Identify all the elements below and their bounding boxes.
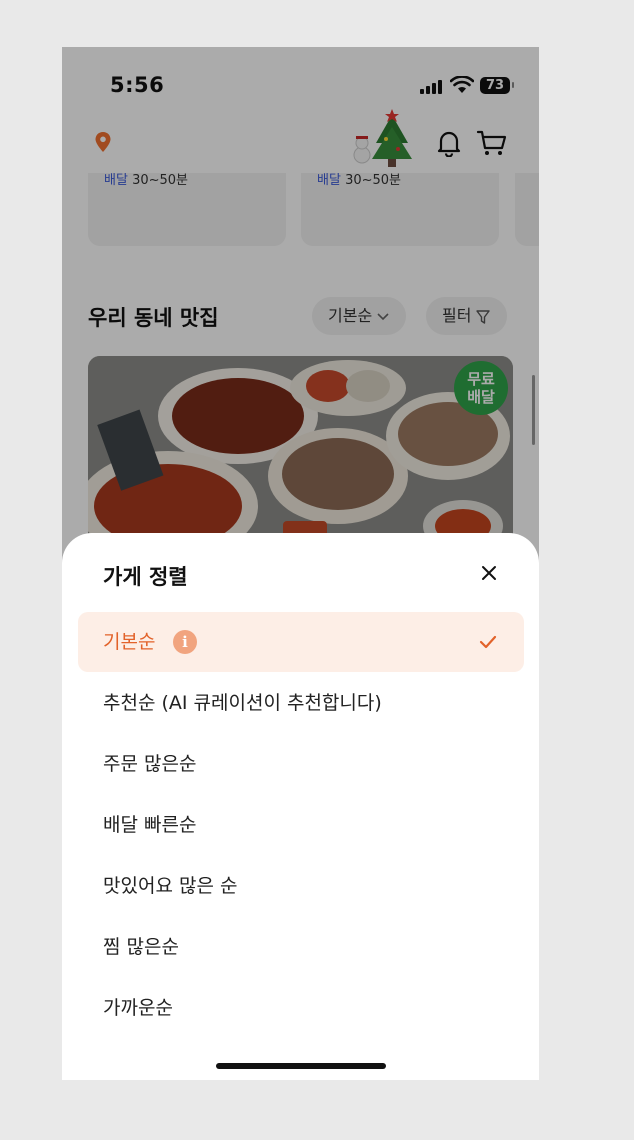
phone-screen: 5:56 73 배달 30~50분 배달 30~50분 우리 동네 맛집 기본순… xyxy=(62,47,539,1080)
close-icon[interactable] xyxy=(476,560,502,586)
sort-bottom-sheet: 가게 정렬 기본순 i 추천순 (AI 큐레이션이 추천합니다) 주문 많은순 … xyxy=(62,533,539,1080)
sheet-title: 가게 정렬 xyxy=(103,565,188,589)
home-indicator[interactable] xyxy=(216,1063,386,1069)
sort-option-label: 가까운순 xyxy=(103,997,173,1019)
sort-option-label: 찜 많은순 xyxy=(103,936,179,958)
sort-option-label: 맛있어요 많은 순 xyxy=(103,875,238,897)
sort-option-label: 배달 빠른순 xyxy=(103,814,197,836)
info-icon[interactable]: i xyxy=(173,630,197,654)
sort-option-label: 기본순 xyxy=(103,631,156,653)
check-icon xyxy=(479,635,497,649)
sort-option-fastest-delivery[interactable]: 배달 빠른순 xyxy=(78,795,524,855)
sort-option-nearest[interactable]: 가까운순 xyxy=(78,978,524,1038)
sort-option-label: 주문 많은순 xyxy=(103,753,197,775)
sort-option-label: 추천순 (AI 큐레이션이 추천합니다) xyxy=(103,692,382,714)
sort-option-most-favorites[interactable]: 찜 많은순 xyxy=(78,917,524,977)
sort-option-default[interactable]: 기본순 i xyxy=(78,612,524,672)
sort-option-most-orders[interactable]: 주문 많은순 xyxy=(78,734,524,794)
sort-option-most-tasty[interactable]: 맛있어요 많은 순 xyxy=(78,856,524,916)
sort-option-recommended[interactable]: 추천순 (AI 큐레이션이 추천합니다) xyxy=(78,673,524,733)
